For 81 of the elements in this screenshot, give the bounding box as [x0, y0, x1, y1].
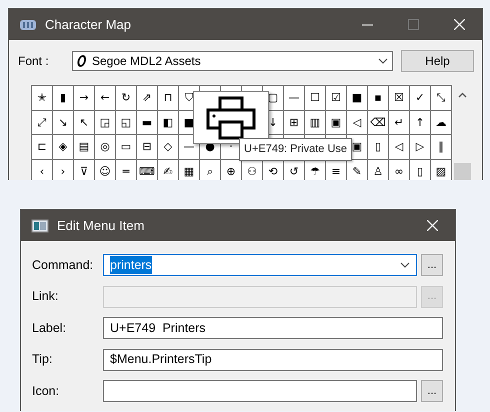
character-cell[interactable]: ✍ [158, 160, 179, 180]
character-cell[interactable]: ♙ [368, 160, 389, 180]
character-cell[interactable]: ↘ [53, 110, 74, 135]
input-field[interactable]: U+E749 Printers [103, 317, 443, 339]
window-title: Edit Menu Item [57, 216, 144, 235]
character-cell[interactable]: ⊞ [284, 110, 305, 135]
character-cell[interactable]: ⊟ [137, 135, 158, 160]
field-label: Icon: [32, 382, 60, 400]
character-cell[interactable]: ⤡ [431, 86, 452, 110]
chevron-down-icon[interactable] [400, 262, 410, 268]
character-cell[interactable]: ↵ [389, 110, 410, 135]
character-cell[interactable]: ▯ [410, 160, 431, 180]
character-cell[interactable]: ⊽ [74, 160, 95, 180]
character-cell[interactable]: ☐ [305, 86, 326, 110]
character-cell[interactable]: ═ [116, 160, 137, 180]
character-cell[interactable]: ✓ [410, 86, 431, 110]
character-cell[interactable]: ⌨ [137, 160, 158, 180]
character-cell[interactable]: › [53, 160, 74, 180]
chevron-down-icon [378, 58, 388, 64]
character-cell[interactable]: ◱ [116, 110, 137, 135]
character-cell[interactable]: ⇗ [137, 86, 158, 110]
character-cell[interactable]: ▨ [431, 160, 452, 180]
character-cell[interactable]: ▤ [74, 135, 95, 160]
character-cell[interactable]: ▯ [368, 135, 389, 160]
character-cell[interactable]: ▬ [137, 110, 158, 135]
character-cell[interactable]: ☒ [389, 86, 410, 110]
printer-icon [206, 96, 256, 140]
window-title: Character Map [45, 16, 131, 34]
character-cell[interactable]: ◲ [95, 110, 116, 135]
character-cell[interactable]: ◎ [95, 135, 116, 160]
font-label: Font : [18, 53, 50, 70]
character-cell[interactable]: ↻ [116, 86, 137, 110]
character-cell[interactable]: ← [95, 86, 116, 110]
character-cell[interactable]: ↖ [74, 110, 95, 135]
character-cell[interactable]: ☺ [95, 160, 116, 180]
character-cell[interactable]: ⊏ [32, 135, 53, 160]
font-type-icon [77, 55, 87, 67]
character-cell[interactable]: — [284, 86, 305, 110]
character-cell[interactable]: → [74, 86, 95, 110]
input-field[interactable] [103, 380, 417, 402]
character-map-icon [19, 18, 37, 32]
character-cell[interactable]: ▭ [116, 135, 137, 160]
character-cell[interactable]: ▪ [368, 86, 389, 110]
character-cell[interactable]: ✭ [32, 86, 53, 110]
combo-box[interactable]: printers [103, 254, 417, 276]
character-cell[interactable]: ☑ [326, 86, 347, 110]
field-label: Tip: [32, 351, 54, 368]
character-cell[interactable]: ↑ [410, 110, 431, 135]
close-icon[interactable] [454, 19, 464, 30]
browse-button[interactable]: ... [421, 380, 443, 402]
character-cell[interactable]: ⊓ [158, 86, 179, 110]
character-cell[interactable]: ▣ [326, 110, 347, 135]
scroll-up-icon [458, 92, 467, 98]
character-cell[interactable]: ‖ [431, 135, 452, 160]
character-cell[interactable]: ■ [347, 86, 368, 110]
character-cell[interactable]: ◁ [389, 135, 410, 160]
tooltip: U+E749: Private Use [239, 138, 352, 160]
character-cell[interactable]: ⤢ [32, 110, 53, 135]
character-cell[interactable]: ☁ [431, 110, 452, 135]
character-cell[interactable]: ◁ [347, 110, 368, 135]
field-label: Label: [32, 320, 68, 337]
input-field[interactable]: $Menu.PrintersTip [103, 348, 443, 370]
close-icon[interactable] [426, 220, 438, 231]
dialog-icon [31, 218, 49, 232]
field-label: Command: [32, 256, 94, 274]
character-cell[interactable]: ◈ [53, 135, 74, 160]
character-cell[interactable]: ▦ [179, 160, 200, 180]
scrollbar-thumb[interactable] [454, 163, 471, 180]
character-cell[interactable]: ▮ [53, 86, 74, 110]
character-cell[interactable]: ▥ [305, 110, 326, 135]
help-button[interactable]: Help [401, 50, 474, 72]
character-cell[interactable]: ◇ [158, 135, 179, 160]
character-cell[interactable]: ⌫ [368, 110, 389, 135]
character-cell[interactable]: ▷ [410, 135, 431, 160]
font-dropdown[interactable]: Segoe MDL2 Assets [72, 51, 393, 71]
character-cell[interactable]: ◧ [158, 110, 179, 135]
character-cell[interactable]: ∞ [389, 160, 410, 180]
field-label: Link: [32, 288, 60, 306]
character-cell[interactable]: ⌕ [200, 160, 221, 180]
character-cell[interactable]: ‹ [32, 160, 53, 180]
browse-button[interactable]: ... [421, 254, 443, 276]
